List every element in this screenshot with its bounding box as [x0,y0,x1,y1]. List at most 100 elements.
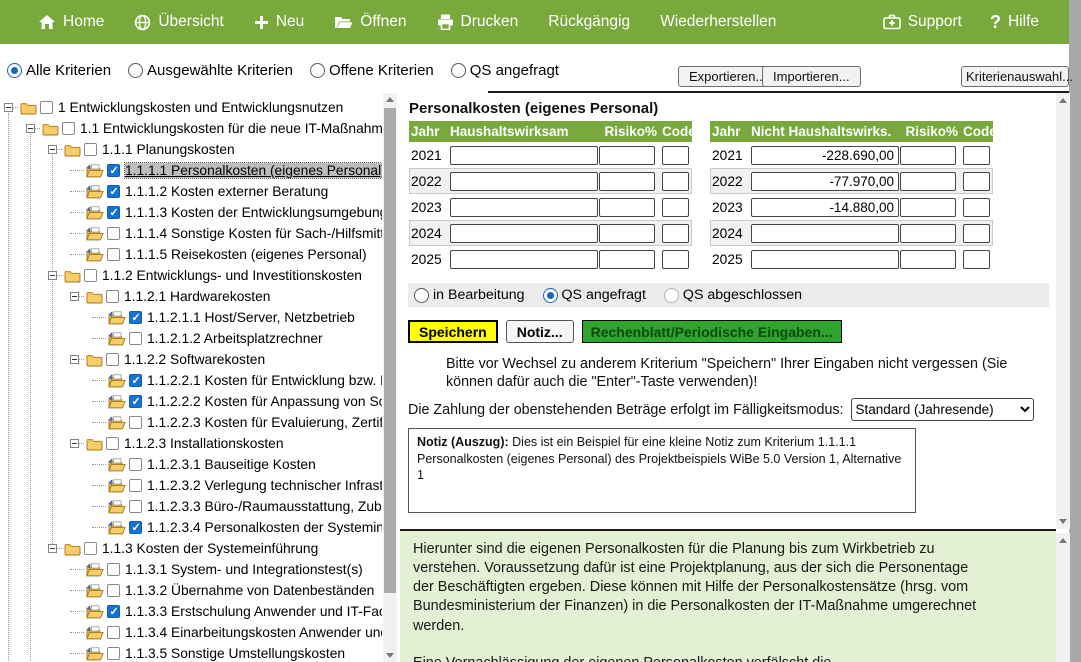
amount-input-budget[interactable] [450,198,598,217]
note-button[interactable]: Notiz... [506,320,574,343]
tree-checkbox[interactable] [107,185,120,198]
tree-checkbox[interactable] [40,101,53,114]
tree-checkbox[interactable] [107,626,120,639]
tree-item-label[interactable]: 1.1.3.3 Erstschulung Anwender und IT-Fac… [125,604,382,619]
scroll-up-icon[interactable] [1059,98,1067,103]
scrollbar-thumb[interactable] [384,108,396,593]
tree-checkbox[interactable] [107,206,120,219]
amount-input-budget[interactable] [450,250,598,269]
tree-checkbox[interactable] [129,311,142,324]
scroll-up-icon[interactable] [1059,538,1067,543]
collapse-minus-icon[interactable] [48,145,57,154]
collapse-minus-icon[interactable] [48,271,57,280]
risk-percent-input[interactable] [900,224,956,243]
code-input[interactable] [662,172,689,191]
tree-checkbox[interactable] [107,164,120,177]
status-radio-qs-abgeschlossen[interactable]: QS abgeschlossen [664,287,802,303]
collapse-minus-icon[interactable] [70,355,79,364]
amount-input-budget[interactable] [450,224,598,243]
tree-item-label[interactable]: 1.1.3.1 System- und Integrationstest(s) [125,562,363,577]
code-input[interactable] [662,146,689,165]
filter-radio-alle[interactable]: Alle Kriterien [7,62,111,79]
toolbar-item-neu[interactable]: Neu [254,13,304,31]
tree-item-label[interactable]: 1.1.1.5 Reisekosten (eigenes Personal) [125,247,367,262]
filter-radio-ausgewaehlte[interactable]: Ausgewählte Kriterien [128,62,293,79]
tree-item-label[interactable]: 1.1.2 Entwicklungs- und Investitionskost… [102,268,362,283]
tree-item-label[interactable]: 1.1.1.2 Kosten externer Beratung [125,184,328,199]
tree-checkbox[interactable] [84,269,97,282]
note-excerpt-box[interactable]: Notiz (Auszug): Dies ist ein Beispiel fü… [408,428,916,513]
scroll-down-icon[interactable] [1059,519,1067,524]
tree-checkbox[interactable] [84,143,97,156]
tree-checkbox[interactable] [129,395,142,408]
filter-radio-qs-angefragt[interactable]: QS angefragt [451,62,559,79]
tree-item-label[interactable]: 1.1.2.1.2 Arbeitsplatzrechner [147,331,323,346]
code-input[interactable] [963,172,990,191]
risk-percent-input[interactable] [599,146,655,165]
tree-item-label[interactable]: 1.1.2.2.1 Kosten für Entwicklung bzw. Be… [147,373,382,388]
tree-item-label[interactable]: 1.1.1.3 Kosten der Entwicklungsumgebung [125,205,382,220]
tree-checkbox[interactable] [84,542,97,555]
tree-item-label[interactable]: 1.1.3.2 Übernahme von Datenbeständen [125,583,374,598]
tree-item-label[interactable]: 1.1.2.3.2 Verlegung technischer Infrastr… [147,478,382,493]
tree-item-label[interactable]: 1 Entwicklungskosten und Entwicklungsnut… [58,100,343,115]
infobox-scrollbar[interactable] [1056,533,1070,662]
tree-item-label[interactable]: 1.1.3.4 Einarbeitungskosten Anwender und… [125,625,382,640]
tree-item-label[interactable]: 1.1.3.5 Sonstige Umstellungskosten [125,646,345,661]
tree-checkbox[interactable] [129,500,142,513]
due-mode-select[interactable]: Standard (Jahresende) [851,398,1034,421]
tree-checkbox[interactable] [107,584,120,597]
tree-item-label[interactable]: 1.1.1 Planungskosten [102,142,235,157]
tree-checkbox[interactable] [106,437,119,450]
tree-item-label[interactable]: 1.1.2.3 Installationskosten [124,436,284,451]
toolbar-item-support[interactable]: Support [883,13,962,31]
amount-input-non-budget[interactable] [751,172,899,191]
tree-item-label[interactable]: 1.1 Entwicklungskosten für die neue IT-M… [80,121,382,136]
tree-checkbox[interactable] [129,479,142,492]
detail-scrollbar[interactable] [1056,93,1070,529]
risk-percent-input[interactable] [599,250,655,269]
tree-scrollbar[interactable] [383,93,397,662]
tree-checkbox[interactable] [107,563,120,576]
toolbar-item-drucken[interactable]: Drucken [437,13,519,31]
code-input[interactable] [662,224,689,243]
risk-percent-input[interactable] [900,250,956,269]
tree-item-label[interactable]: 1.1.3 Kosten der Systemeinführung [102,541,318,556]
risk-percent-input[interactable] [599,198,655,217]
tree-checkbox[interactable] [107,647,120,660]
code-input[interactable] [662,198,689,217]
tree-checkbox[interactable] [62,122,75,135]
save-button[interactable]: Speichern [408,320,498,343]
amount-input-non-budget[interactable] [751,198,899,217]
collapse-minus-icon[interactable] [70,439,79,448]
amount-input-non-budget[interactable] [751,146,899,165]
tree-item-label[interactable]: 1.1.1.4 Sonstige Kosten für Sach-/Hilfsm… [125,226,382,241]
toolbar-item-oeffnen[interactable]: Öffnen [334,13,406,31]
tree-item-label[interactable]: 1.1.2.1 Hardwarekosten [124,289,270,304]
risk-percent-input[interactable] [900,172,956,191]
tree-item-label[interactable]: 1.1.2.2.3 Kosten für Evaluierung, Zertif… [147,415,382,430]
tree-item-label[interactable]: 1.1.2.2.2 Kosten für Anpassung von Softw [147,394,382,409]
code-input[interactable] [963,224,990,243]
risk-percent-input[interactable] [900,146,956,165]
tree-item-label[interactable]: 1.1.1.1 Personalkosten (eigenes Personal… [125,163,382,178]
tree-checkbox[interactable] [129,458,142,471]
collapse-minus-icon[interactable] [70,292,79,301]
amount-input-budget[interactable] [450,172,598,191]
risk-percent-input[interactable] [599,172,655,191]
code-input[interactable] [662,250,689,269]
tree-item-label[interactable]: 1.1.2.3.4 Personalkosten der Systeminsta… [147,520,382,535]
amount-input-non-budget[interactable] [751,224,899,243]
tree-item-label[interactable]: 1.1.2.1.1 Host/Server, Netzbetrieb [147,310,355,325]
toolbar-item-hilfe[interactable]: ? Hilfe [990,13,1039,31]
scroll-up-icon[interactable] [386,97,394,102]
tree-checkbox[interactable] [107,248,120,261]
tree-checkbox[interactable] [129,416,142,429]
amount-input-non-budget[interactable] [751,250,899,269]
collapse-minus-icon[interactable] [26,124,35,133]
tree-checkbox[interactable] [106,290,119,303]
collapse-minus-icon[interactable] [4,103,13,112]
toolbar-item-wiederherstellen[interactable]: Wiederherstellen [660,13,776,31]
tree-checkbox[interactable] [129,332,142,345]
toolbar-item-rueckgaengig[interactable]: Rückgängig [548,13,630,31]
